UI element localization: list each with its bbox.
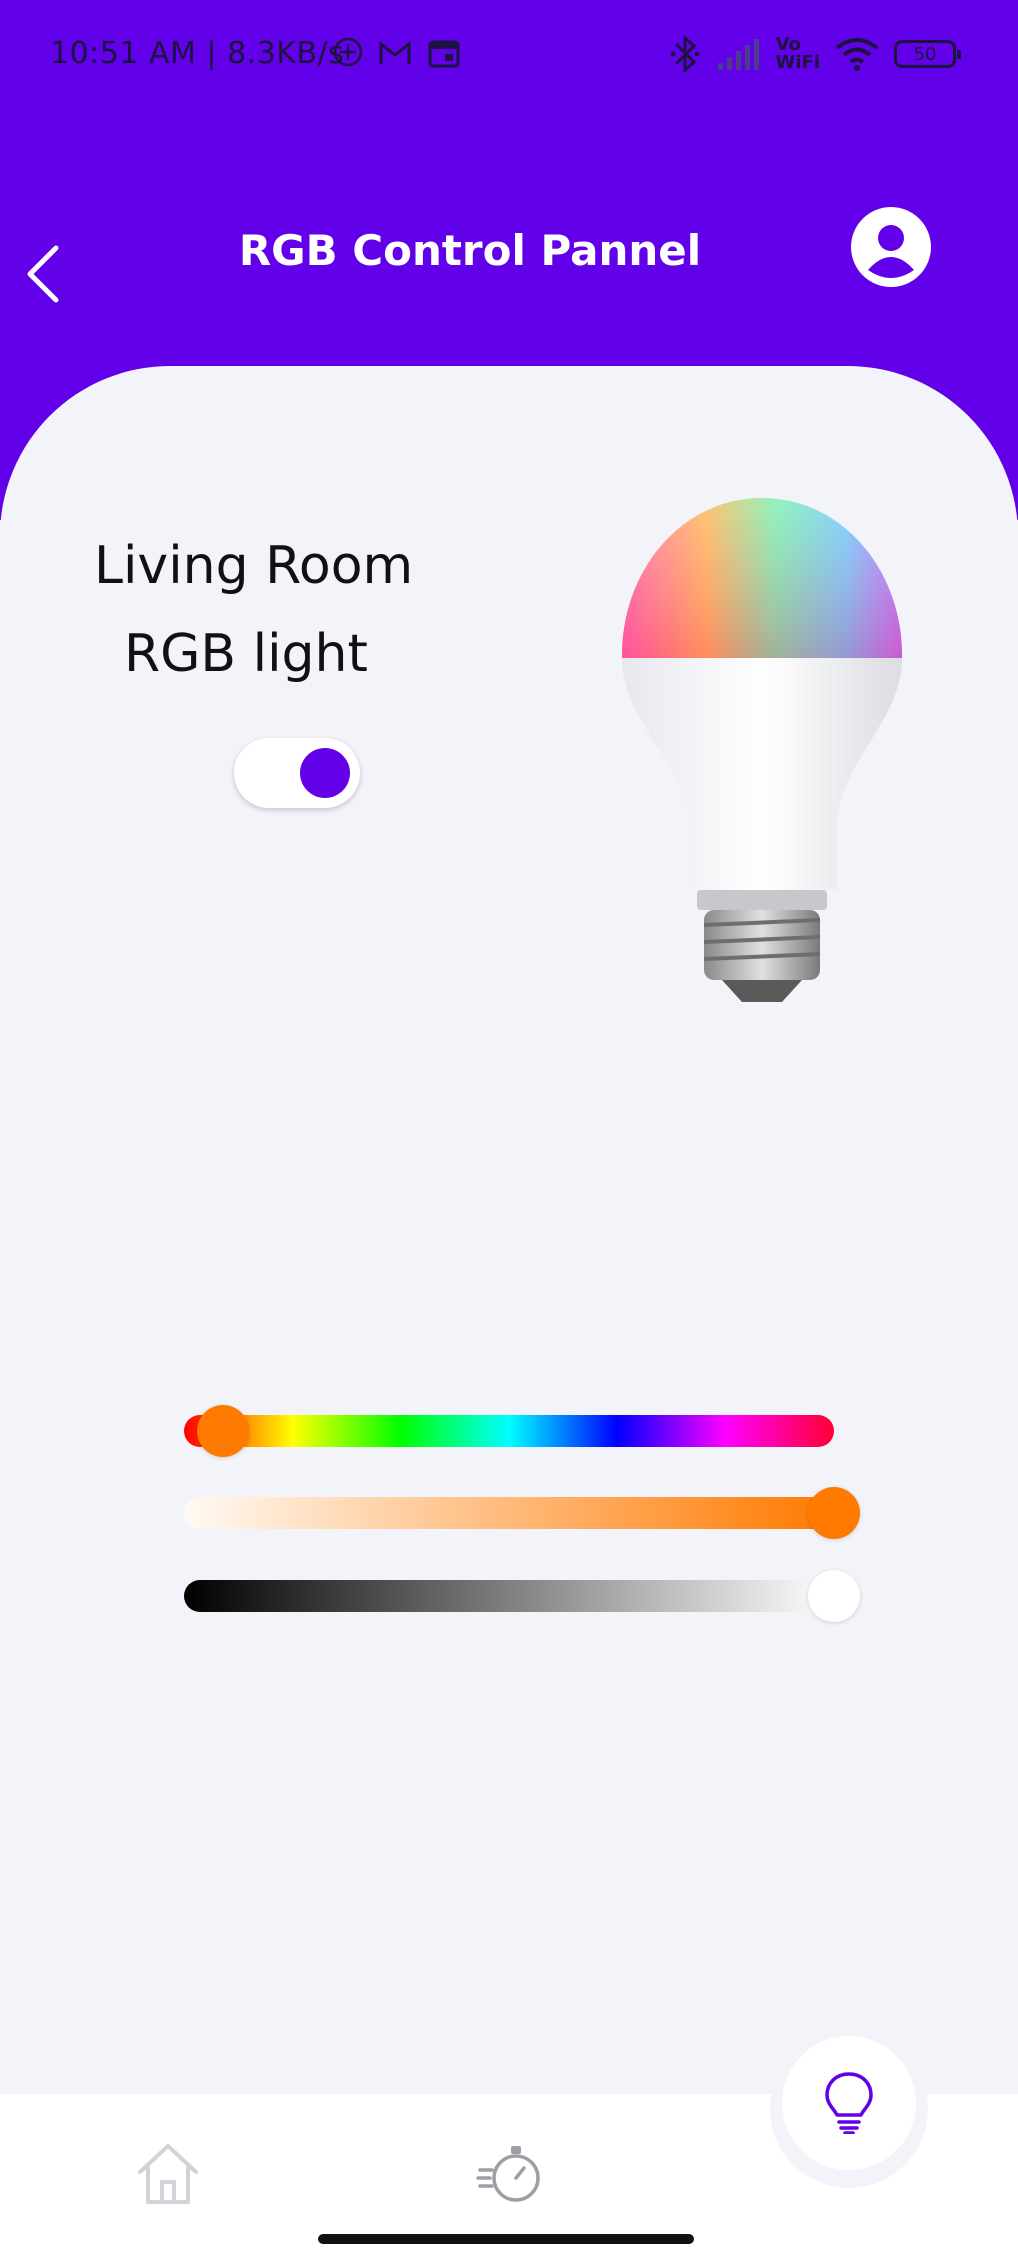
- signal-icon: [717, 39, 759, 70]
- vowifi-icon: Vo WiFi: [776, 36, 821, 72]
- gmail-icon: [379, 40, 411, 64]
- vowifi-bottom-text: WiFi: [775, 52, 821, 73]
- page-title: RGB Control Pannel: [238, 226, 702, 275]
- brightness-slider-thumb[interactable]: [808, 1570, 860, 1622]
- profile-button[interactable]: [850, 206, 932, 288]
- saturation-slider-thumb[interactable]: [808, 1487, 860, 1539]
- light-name: RGB light: [124, 624, 368, 684]
- room-name: Living Room: [94, 536, 414, 596]
- toggle-knob: [300, 748, 350, 798]
- home-indicator[interactable]: [318, 2234, 694, 2244]
- status-bar: 10:51 AM | 8.3KB/s Vo WiFi 50: [0, 0, 1018, 110]
- lightbulb-icon: [825, 2072, 873, 2134]
- saturation-slider[interactable]: [184, 1487, 860, 1539]
- hue-slider-thumb[interactable]: [197, 1405, 249, 1457]
- battery-icon: 50: [894, 40, 961, 68]
- wifi-icon: [835, 38, 879, 71]
- rgb-bulb-image: [622, 498, 902, 1002]
- location-icon: [333, 37, 363, 67]
- timer-icon[interactable]: [476, 2138, 546, 2208]
- status-bar-text: 10:51 AM | 8.3KB/s: [50, 36, 345, 71]
- bluetooth-icon: [670, 34, 699, 74]
- power-toggle[interactable]: [234, 738, 360, 808]
- battery-level: 50: [913, 43, 937, 65]
- hue-slider[interactable]: [184, 1405, 834, 1457]
- home-icon[interactable]: [134, 2140, 202, 2208]
- calendar-icon: [428, 40, 460, 68]
- brightness-slider[interactable]: [184, 1570, 860, 1622]
